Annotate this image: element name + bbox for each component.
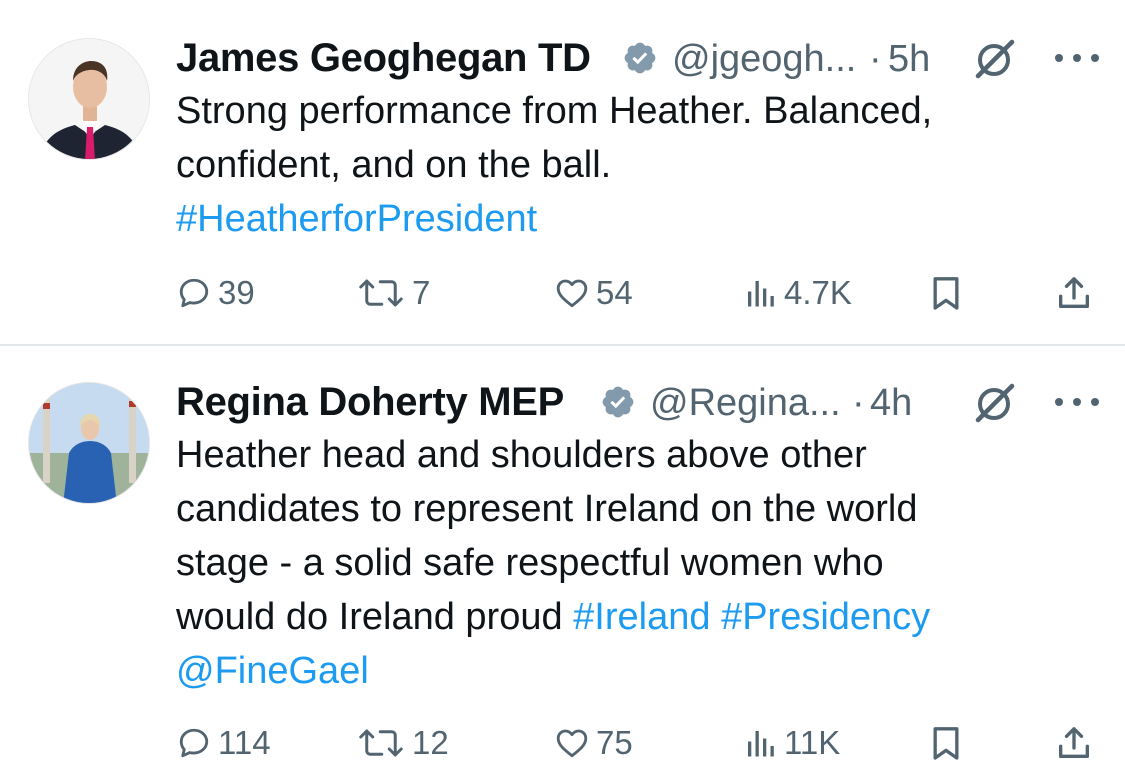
- bookmark-button[interactable]: [926, 268, 966, 318]
- reply-button[interactable]: 39: [176, 268, 255, 318]
- tweet-text: Heather head and shoulders above other ca…: [176, 428, 930, 698]
- tweet-text-line: @FineGael: [176, 644, 930, 698]
- mention-link[interactable]: @FineGael: [176, 650, 369, 692]
- bookmark-icon: [933, 277, 959, 310]
- separator-dot: ·: [852, 382, 865, 424]
- tweet-text-line: #HeatherforPresident: [176, 192, 932, 246]
- views-button[interactable]: 11K: [742, 718, 840, 768]
- more-options-icon[interactable]: [1050, 38, 1104, 78]
- reply-count: 114: [218, 724, 271, 761]
- reply-count: 39: [218, 274, 255, 311]
- share-button[interactable]: [1054, 268, 1094, 318]
- avatar[interactable]: [28, 38, 150, 160]
- repost-icon: [359, 279, 403, 307]
- author-handle[interactable]: @Regina...: [650, 382, 841, 425]
- share-icon: [1059, 727, 1089, 758]
- share-icon: [1059, 277, 1089, 308]
- reply-button[interactable]: 114: [176, 718, 271, 768]
- timestamp[interactable]: 4h: [870, 382, 912, 425]
- tweet-actions: 114 12 75 11K: [176, 718, 1106, 768]
- heart-icon: [556, 279, 588, 308]
- reply-icon: [179, 728, 209, 758]
- view-count: 11K: [784, 724, 841, 761]
- like-button[interactable]: 75: [554, 718, 633, 768]
- view-count: 4.7K: [784, 274, 852, 311]
- heart-icon: [556, 729, 588, 758]
- repost-button[interactable]: 12: [356, 718, 449, 768]
- text-segment: confident, and on the ball.: [176, 144, 612, 186]
- text-segment: [711, 596, 722, 638]
- like-count: 75: [596, 724, 633, 761]
- avatar[interactable]: [28, 382, 150, 504]
- views-chart-icon: [748, 731, 774, 757]
- repost-button[interactable]: 7: [356, 268, 430, 318]
- text-segment: Strong performance from Heather. Balance…: [176, 90, 933, 132]
- man-in-suit-avatar-icon: [29, 39, 149, 159]
- separator-dot: ·: [869, 38, 882, 80]
- hashtag-link[interactable]: #Presidency: [721, 596, 930, 638]
- tweet-text-line: would do Ireland proud #Ireland #Preside…: [176, 590, 930, 644]
- text-segment: Heather head and shoulders above other: [176, 434, 867, 476]
- tweet-text: Strong performance from Heather. Balance…: [176, 84, 932, 246]
- reply-icon: [179, 278, 209, 308]
- views-chart-icon: [748, 281, 774, 307]
- tweet-header: James Geoghegan TD @jgeogh... · 5h: [176, 28, 1106, 84]
- hashtag-link[interactable]: #HeatherforPresident: [176, 198, 537, 240]
- repost-count: 7: [412, 274, 431, 311]
- repost-icon: [359, 729, 403, 757]
- tweet-text-line: confident, and on the ball.: [176, 138, 932, 192]
- tweet-text-line: candidates to represent Ireland on the w…: [176, 482, 930, 536]
- bookmark-icon: [933, 727, 959, 760]
- author-handle[interactable]: @jgeogh...: [672, 38, 856, 81]
- text-segment: candidates to represent Ireland on the w…: [176, 488, 918, 530]
- tweet-text-line: stage - a solid safe respectful women wh…: [176, 536, 930, 590]
- more-options-icon[interactable]: [1050, 382, 1104, 422]
- tweet-text-line: Heather head and shoulders above other: [176, 428, 930, 482]
- grok-icon[interactable]: [972, 38, 1016, 80]
- hashtag-link[interactable]: #Ireland: [573, 596, 710, 638]
- author-name[interactable]: James Geoghegan TD: [176, 36, 591, 81]
- bookmark-button[interactable]: [926, 718, 966, 768]
- views-button[interactable]: 4.7K: [742, 268, 852, 318]
- woman-in-blue-coat-avatar-icon: [29, 383, 149, 503]
- tweet-header: Regina Doherty MEP @Regina... · 4h: [176, 372, 1106, 428]
- tweet-text-line: Strong performance from Heather. Balance…: [176, 84, 932, 138]
- tweet-actions: 39 7 54 4.7K: [176, 268, 1106, 318]
- author-name[interactable]: Regina Doherty MEP: [176, 380, 564, 425]
- like-button[interactable]: 54: [554, 268, 633, 318]
- grok-icon[interactable]: [972, 382, 1016, 424]
- tweet[interactable]: Regina Doherty MEP @Regina... · 4h Heath…: [0, 346, 1125, 783]
- repost-count: 12: [412, 724, 449, 761]
- timestamp[interactable]: 5h: [888, 38, 930, 81]
- tweet[interactable]: James Geoghegan TD @jgeogh... · 5h Stron…: [0, 0, 1125, 345]
- verified-badge-icon: [624, 42, 656, 74]
- like-count: 54: [596, 274, 633, 311]
- share-button[interactable]: [1054, 718, 1094, 768]
- verified-badge-icon: [602, 386, 634, 418]
- text-segment: stage - a solid safe respectful women wh…: [176, 542, 884, 584]
- text-segment: would do Ireland proud: [176, 596, 574, 638]
